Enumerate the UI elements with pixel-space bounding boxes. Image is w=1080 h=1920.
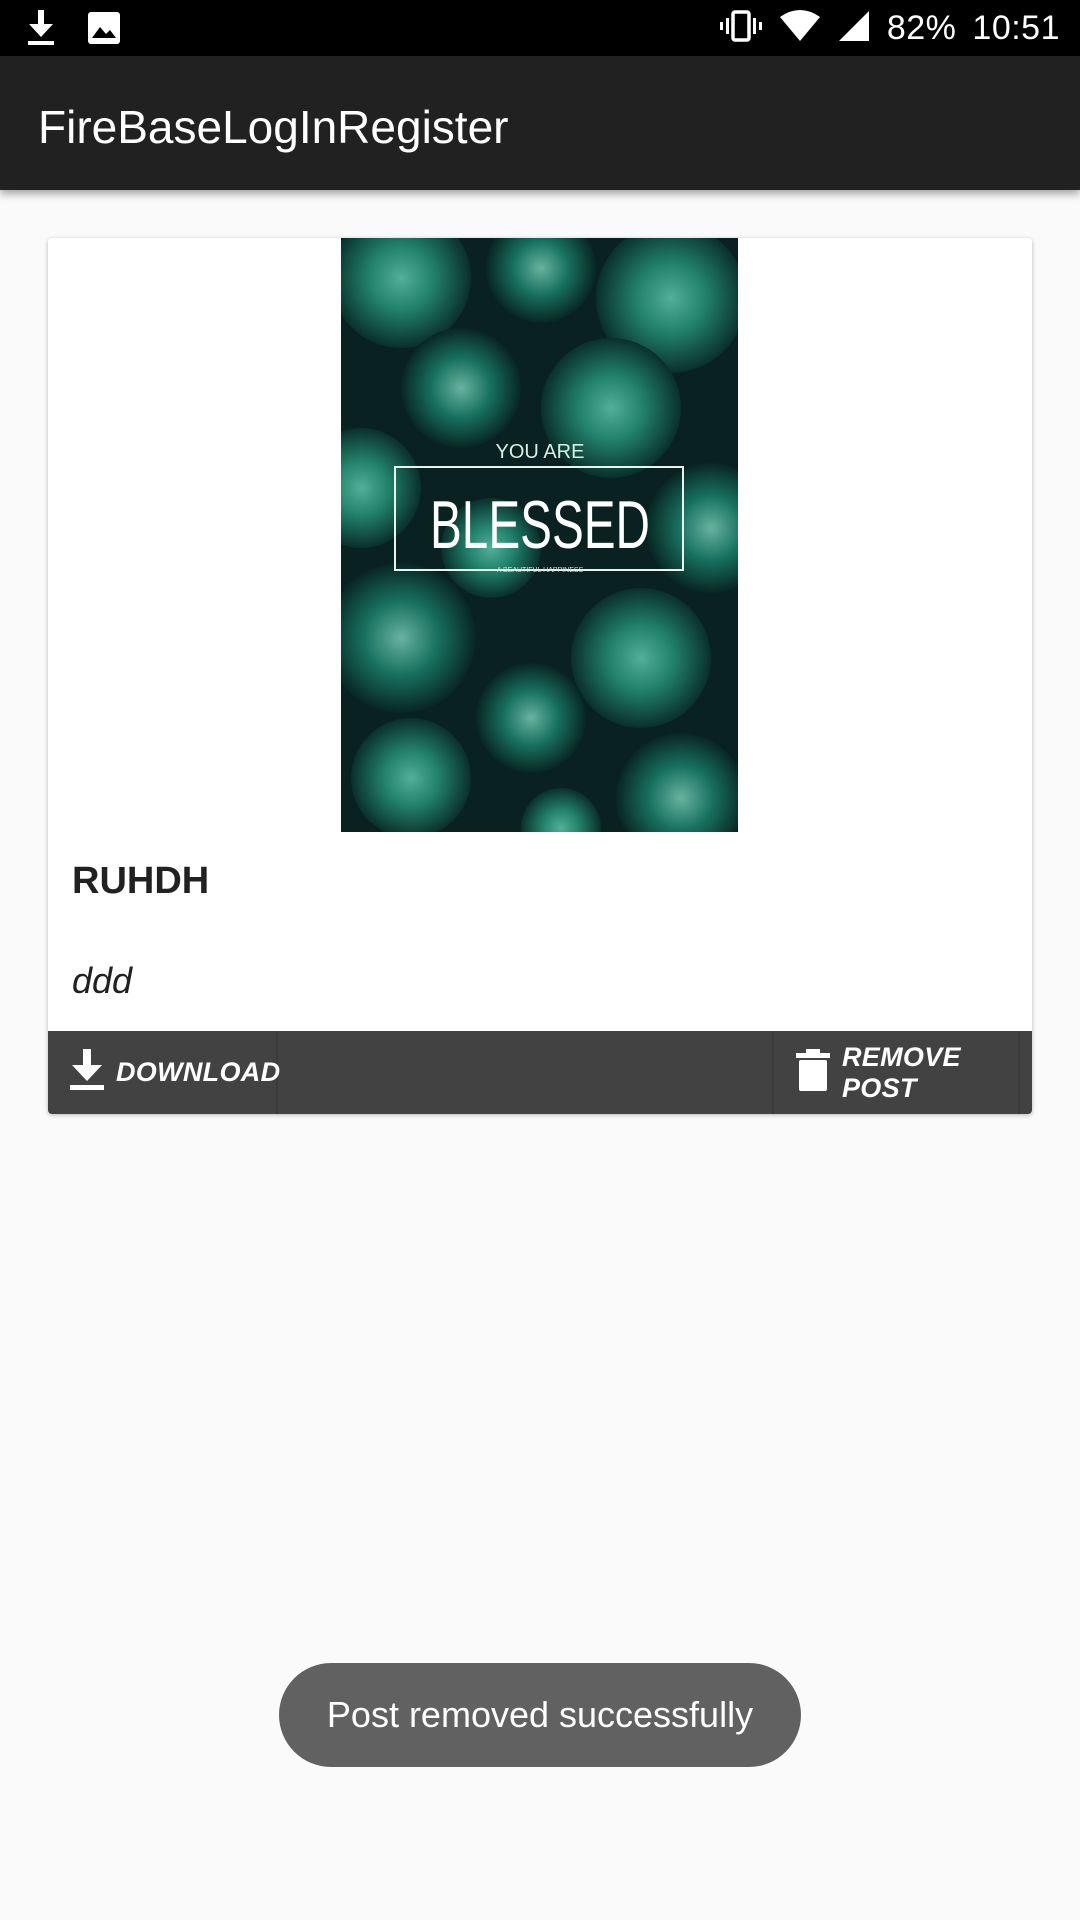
toast-message: Post removed successfully [326,1694,754,1735]
toast-notification: Post removed successfully [279,1663,801,1767]
post-title: RUHDH [72,860,210,902]
battery-percent: 82% [886,8,957,47]
download-button[interactable]: DOWNLOAD [48,1031,281,1114]
wifi-icon [779,9,821,48]
remove-post-button[interactable]: REMOVE POST [772,1031,1020,1114]
image-icon [88,12,120,49]
post-description: ddd [72,960,133,1001]
signal-icon [837,9,871,48]
image-text-small: YOU ARE [496,441,585,463]
app-title: FireBaseLogInRegister [38,101,509,153]
remove-post-label: REMOVE POST [842,1041,961,1103]
trash-icon [796,1049,830,1096]
download-icon [26,10,56,51]
post-action-bar: DOWNLOAD REMOVE POST [48,1031,1032,1114]
app-bar: FireBaseLogInRegister [0,56,1080,190]
vibrate-icon [719,9,763,47]
download-icon [70,1049,104,1096]
notification-icons [26,10,120,51]
status-bar: 82% 10:51 [0,0,1080,56]
image-text-large: BLESSED [430,487,650,563]
post-card: YOU ARE BLESSED A BEAUTIFUL HAPPINESS RU… [48,238,1032,1114]
clock: 10:51 [972,8,1060,47]
system-status: 82% 10:51 [719,0,1060,56]
post-image[interactable]: YOU ARE BLESSED A BEAUTIFUL HAPPINESS [341,238,738,832]
image-text-caption: A BEAUTIFUL HAPPINESS [497,567,584,574]
download-label: DOWNLOAD [116,1057,281,1087]
